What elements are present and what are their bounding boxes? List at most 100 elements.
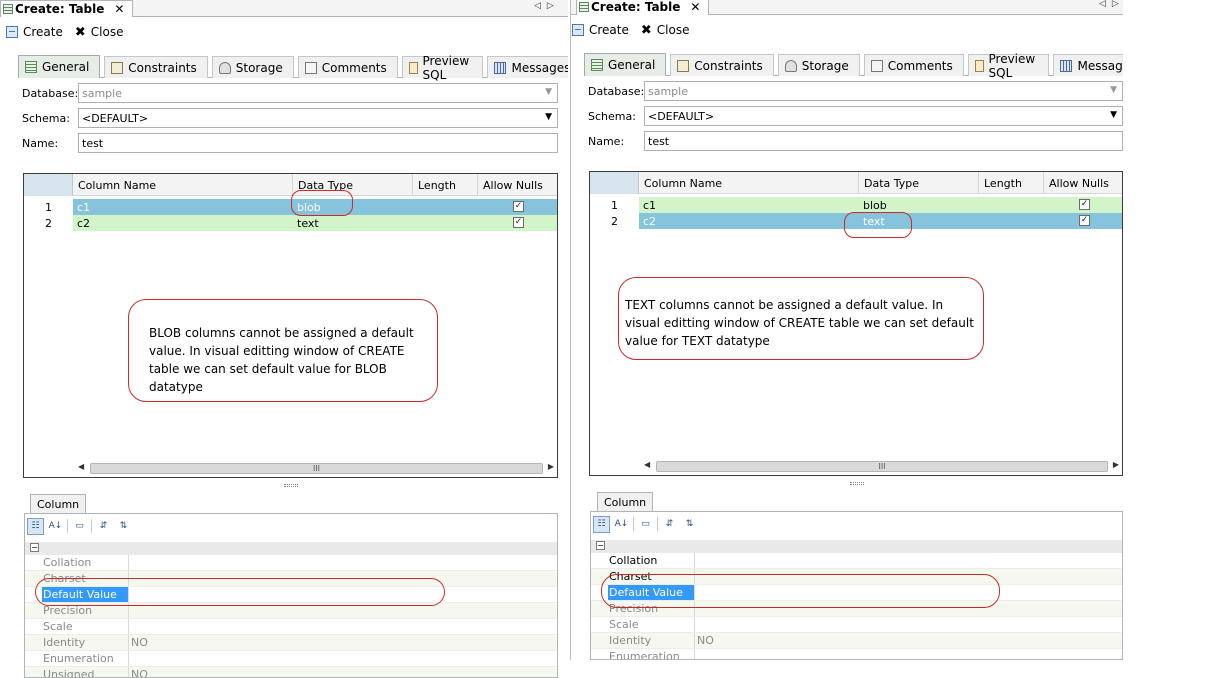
property-value[interactable] [695, 617, 697, 632]
splitter-handle[interactable] [284, 484, 298, 487]
chevron-right-icon[interactable]: ▷ [547, 1, 554, 11]
expand-icon[interactable]: ⇵ [95, 518, 112, 535]
cell-column-name[interactable]: c1 [639, 197, 859, 213]
tab-constraints[interactable]: Constraints [104, 56, 208, 78]
scroll-thumb[interactable]: III [656, 461, 1108, 472]
checkbox-checked-icon[interactable]: ✓ [513, 201, 524, 212]
schema-row: Schema: <DEFAULT> ▼ [588, 106, 1123, 126]
tab-storage[interactable]: Storage [211, 56, 294, 78]
tab-column[interactable]: Column [597, 492, 654, 511]
categorized-icon[interactable]: ☷ [593, 515, 610, 533]
tab-comments[interactable]: Comments [863, 54, 964, 76]
close-tab-icon[interactable]: ✕ [690, 0, 700, 14]
property-pages-icon[interactable]: ▭ [71, 518, 88, 535]
create-button[interactable]: Create [572, 23, 629, 37]
checkbox-checked-icon[interactable]: ✓ [1079, 199, 1090, 210]
schema-select[interactable]: <DEFAULT> ▼ [78, 108, 558, 128]
cell-column-name[interactable]: c2 [73, 215, 293, 231]
close-button[interactable]: ✖ Close [75, 25, 124, 40]
collapse-icon[interactable]: ⇅ [115, 518, 132, 535]
database-select[interactable]: sample ▼ [78, 83, 558, 103]
cell-data-type[interactable]: text [293, 215, 413, 231]
horizontal-scrollbar[interactable]: ◀ III ▶ [74, 462, 557, 475]
name-input[interactable]: test [78, 133, 558, 153]
schema-select[interactable]: <DEFAULT> ▼ [644, 106, 1123, 126]
sort-alpha-icon[interactable]: A↓ [47, 518, 64, 535]
chevron-right-icon[interactable]: ▶ [548, 462, 554, 471]
checkbox-checked-icon[interactable]: ✓ [513, 217, 524, 228]
horizontal-scrollbar[interactable]: ◀ III ▶ [640, 460, 1122, 473]
property-row[interactable]: Identity NO [25, 635, 557, 651]
tab-messages[interactable]: Messages [1053, 54, 1123, 76]
tab-column[interactable]: Column [30, 494, 87, 513]
editor-tab-create-table[interactable]: Create: Table ✕ [0, 0, 134, 17]
header-allow-nulls[interactable]: Allow Nulls [1044, 172, 1123, 194]
property-value[interactable] [695, 553, 697, 568]
tab-comments[interactable]: Comments [297, 56, 398, 78]
property-value[interactable] [129, 555, 131, 570]
tab-messages[interactable]: Messages [487, 56, 568, 78]
chevron-left-icon[interactable]: ◁ [534, 1, 541, 11]
property-value[interactable] [129, 651, 131, 666]
cell-column-name[interactable]: c2 [639, 213, 859, 229]
property-row[interactable]: Collation [25, 555, 557, 571]
property-row[interactable]: Identity NO [591, 633, 1122, 649]
cell-length[interactable] [413, 199, 478, 215]
property-name: Scale [42, 619, 129, 634]
tab-preview-sql[interactable]: Preview SQL [401, 54, 484, 82]
cell-column-name[interactable]: c1 [73, 199, 293, 215]
tab-storage[interactable]: Storage [777, 54, 860, 76]
sort-alpha-icon[interactable]: A↓ [613, 516, 630, 533]
editor-tab-create-table[interactable]: Create: Table ✕ [576, 0, 710, 15]
property-value[interactable]: NO [129, 635, 148, 650]
tab-general[interactable]: General [584, 53, 667, 76]
chevron-left-icon[interactable]: ◀ [644, 460, 650, 469]
scroll-thumb[interactable]: III [90, 463, 543, 474]
property-value[interactable] [129, 619, 131, 634]
cell-length[interactable] [979, 197, 1044, 213]
header-column-name[interactable]: Column Name [73, 174, 293, 196]
property-pages-icon[interactable]: ▭ [637, 516, 654, 533]
header-data-type[interactable]: Data Type [859, 172, 979, 194]
categorized-icon[interactable]: ☷ [27, 517, 44, 535]
property-row[interactable]: Scale [591, 617, 1122, 633]
grid-corner[interactable] [24, 174, 73, 196]
cell-length[interactable] [413, 215, 478, 231]
close-tab-icon[interactable]: ✕ [114, 2, 124, 16]
property-row[interactable]: Enumeration [591, 649, 1122, 659]
chevron-left-icon[interactable]: ◀ [78, 462, 84, 471]
tab-constraints[interactable]: Constraints [670, 54, 774, 76]
header-length[interactable]: Length [979, 172, 1044, 194]
name-input[interactable]: test [644, 131, 1123, 151]
tab-general[interactable]: General [18, 55, 101, 78]
chevron-left-icon[interactable]: ◁ [1099, 0, 1106, 9]
expand-icon[interactable]: ⇵ [661, 516, 678, 533]
chevron-right-icon[interactable]: ▶ [1113, 460, 1119, 469]
collapse-group-icon[interactable]: − [30, 543, 39, 552]
table-row[interactable]: 1 c1 blob ✓ [590, 197, 1122, 213]
checkbox-checked-icon[interactable]: ✓ [1079, 215, 1090, 226]
tab-preview-sql[interactable]: Preview SQL [967, 52, 1050, 80]
header-column-name[interactable]: Column Name [639, 172, 859, 194]
cell-data-type[interactable]: blob [859, 197, 979, 213]
collapse-icon[interactable]: ⇅ [681, 516, 698, 533]
collapse-group-icon[interactable]: − [596, 541, 605, 550]
header-length[interactable]: Length [413, 174, 478, 196]
table-row[interactable]: 2 c2 text ✓ [24, 215, 557, 231]
property-row[interactable]: Enumeration [25, 651, 557, 667]
close-button[interactable]: ✖ Close [641, 23, 690, 38]
property-value[interactable]: NO [129, 667, 148, 677]
property-value[interactable]: NO [695, 633, 714, 648]
property-value[interactable] [695, 649, 697, 659]
database-select[interactable]: sample ▼ [644, 81, 1123, 101]
header-allow-nulls[interactable]: Allow Nulls [478, 174, 558, 196]
property-row[interactable]: Collation [591, 553, 1122, 569]
chevron-right-icon[interactable]: ▷ [1112, 0, 1119, 9]
left-editor-pane: Create: Table ✕ ◁ ▷ Create ✖ Close Gener… [0, 0, 568, 678]
splitter-handle[interactable] [850, 482, 864, 485]
grid-corner[interactable] [590, 172, 639, 194]
cell-length[interactable] [979, 213, 1044, 229]
property-row[interactable]: Unsigned NO [25, 667, 557, 677]
create-button[interactable]: Create [6, 25, 63, 39]
property-row[interactable]: Scale [25, 619, 557, 635]
